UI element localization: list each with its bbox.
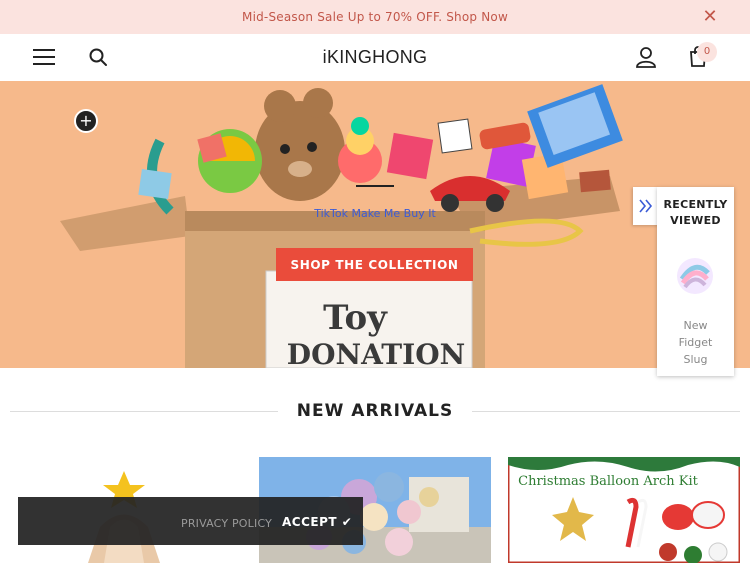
recently-viewed-item-line3: Slug <box>683 353 708 366</box>
recently-viewed-title-line1: RECENTLY <box>663 198 728 211</box>
product3-banner-text: Christmas Balloon Arch Kit <box>518 474 699 489</box>
new-arrivals-heading: NEW ARRIVALS <box>296 401 454 421</box>
recently-viewed-title-line2: VIEWED <box>670 214 721 227</box>
double-chevron-right-icon <box>639 199 653 213</box>
menu-icon[interactable] <box>33 49 55 65</box>
box-label-line2: DONATION <box>287 338 465 368</box>
hero-divider <box>356 185 394 187</box>
announcement-bar: Mid-Season Sale Up to 70% OFF. Shop Now … <box>0 0 750 34</box>
accept-cookies-button[interactable]: ACCEPT ✔ <box>282 515 352 529</box>
cookie-consent-bar: PRIVACY POLICY ACCEPT ✔ <box>18 497 363 545</box>
recently-viewed-title: RECENTLY VIEWED <box>657 197 734 229</box>
cart-count-badge: 0 <box>697 42 717 62</box>
close-icon[interactable]: ✕ <box>700 7 720 27</box>
site-header: iKINGHONG 0 <box>0 34 750 81</box>
recently-viewed-item-name[interactable]: New Fidget Slug <box>657 317 734 368</box>
recently-viewed-panel: RECENTLY VIEWED New Fidget Slug <box>657 187 734 376</box>
box-label-line1: Toy <box>323 298 388 338</box>
search-icon[interactable] <box>88 47 108 67</box>
fidget-slug-thumbnail[interactable] <box>674 255 716 297</box>
account-icon[interactable] <box>635 46 657 68</box>
recently-viewed-item-line1: New <box>683 319 708 332</box>
shop-the-collection-button[interactable]: SHOP THE COLLECTION <box>276 248 473 281</box>
hotspot-plus-button[interactable]: + <box>74 109 98 133</box>
product-image-christmas-kit: Christmas Balloon Arch Kit <box>508 457 740 563</box>
announcement-link[interactable]: Mid-Season Sale Up to 70% OFF. Shop Now <box>242 10 508 24</box>
recently-viewed-toggle[interactable] <box>633 187 659 225</box>
privacy-policy-link[interactable]: PRIVACY POLICY <box>181 517 272 530</box>
site-logo[interactable]: iKINGHONG <box>323 47 428 67</box>
product-card[interactable]: Christmas Balloon Arch Kit <box>508 457 740 563</box>
recently-viewed-item-line2: Fidget <box>678 336 713 349</box>
